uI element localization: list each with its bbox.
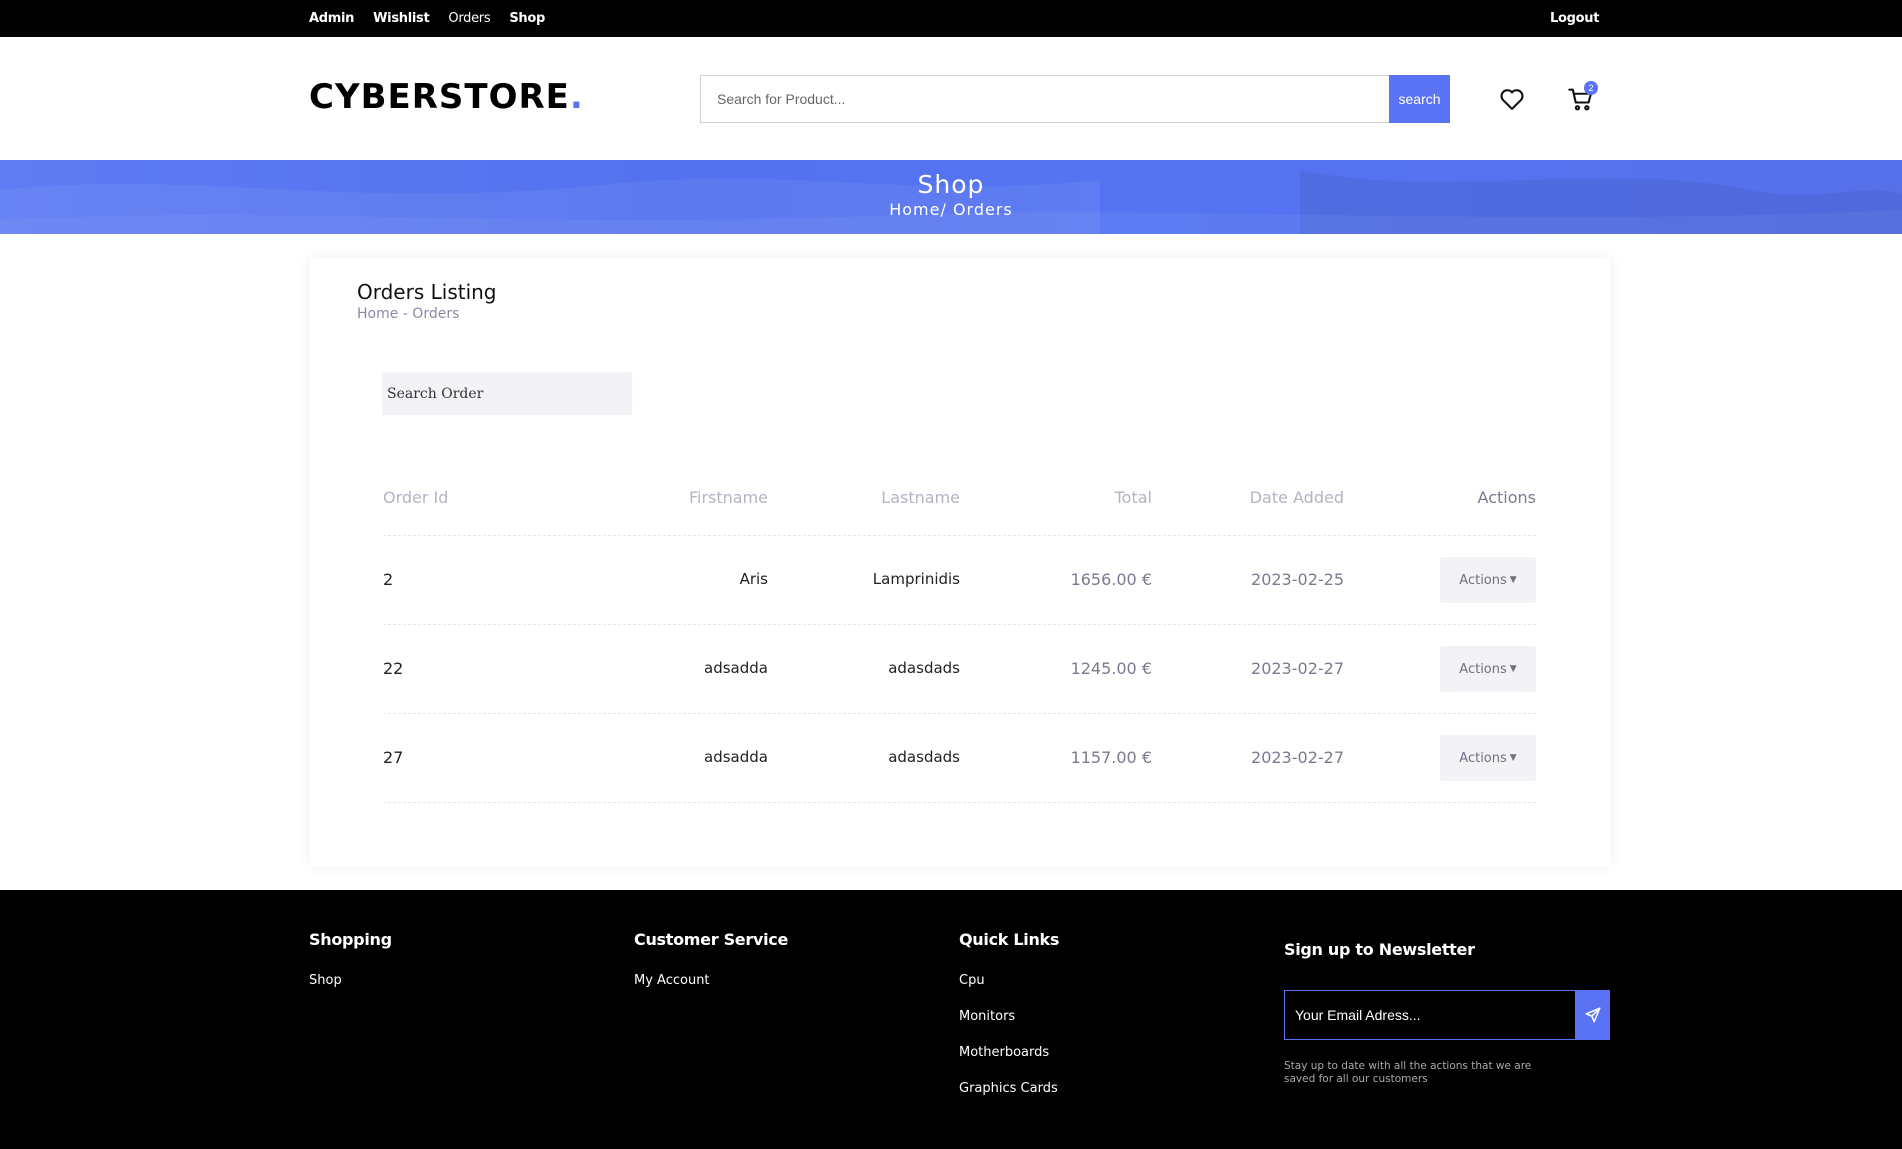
newsletter-section: Sign up to Newsletter Stay up to date wi… bbox=[1284, 940, 1610, 1085]
newsletter-note: Stay up to date with all the actions tha… bbox=[1284, 1060, 1532, 1085]
search-button[interactable]: search bbox=[1389, 75, 1450, 123]
site-footer: Shopping Shop Customer Service My Accoun… bbox=[0, 890, 1902, 1149]
cell-lastname: Lamprinidis bbox=[872, 570, 960, 588]
actions-label: Actions bbox=[1459, 572, 1507, 588]
orders-table: Order Id Firstname Lastname Total Date A… bbox=[383, 463, 1536, 803]
orders-card: Orders Listing Home - Orders Order Id Fi… bbox=[310, 258, 1610, 867]
cell-firstname: Aris bbox=[739, 570, 768, 588]
chevron-down-icon: ▼ bbox=[1509, 664, 1517, 674]
newsletter-email-input[interactable] bbox=[1284, 990, 1576, 1040]
newsletter-form bbox=[1284, 990, 1610, 1040]
top-nav-links: Admin Wishlist Orders Shop bbox=[309, 0, 545, 37]
footer-link-graphics-cards[interactable]: Graphics Cards bbox=[959, 1081, 1059, 1117]
chevron-down-icon: ▼ bbox=[1509, 753, 1517, 763]
column-header-firstname[interactable]: Firstname bbox=[689, 488, 768, 507]
actions-label: Actions bbox=[1459, 750, 1507, 766]
column-header-total[interactable]: Total bbox=[1115, 488, 1152, 507]
top-navbar: Admin Wishlist Orders Shop Logout bbox=[0, 0, 1902, 37]
table-row: 22 adsadda adasdads 1245.00 € 2023-02-27… bbox=[383, 625, 1536, 714]
footer-link-shop[interactable]: Shop bbox=[309, 973, 392, 1009]
cell-date-added: 2023-02-27 bbox=[1251, 748, 1344, 767]
column-header-order-id[interactable]: Order Id bbox=[383, 488, 448, 507]
logo-text: CYBERSTORE bbox=[309, 77, 570, 117]
product-search-input[interactable] bbox=[700, 75, 1390, 123]
footer-link-cpu[interactable]: Cpu bbox=[959, 973, 1059, 1009]
footer-heading-customer-service: Customer Service bbox=[634, 930, 788, 949]
cell-lastname: adasdads bbox=[888, 748, 960, 766]
page-banner: Shop Home/ Orders bbox=[0, 160, 1902, 234]
actions-dropdown-button[interactable]: Actions ▼ bbox=[1440, 557, 1536, 603]
footer-link-motherboards[interactable]: Motherboards bbox=[959, 1045, 1059, 1081]
cart-count-badge: 2 bbox=[1584, 81, 1598, 95]
footer-heading-quick-links: Quick Links bbox=[959, 930, 1060, 949]
logo[interactable]: CYBERSTORE. bbox=[309, 77, 584, 117]
logout-link[interactable]: Logout bbox=[1550, 11, 1599, 26]
cell-total: 1245.00 € bbox=[1070, 659, 1152, 678]
cell-firstname: adsadda bbox=[704, 659, 768, 677]
footer-column-quick-links: Quick Links Cpu Monitors Motherboards Gr… bbox=[959, 930, 1059, 1117]
order-search-input[interactable] bbox=[382, 372, 632, 415]
newsletter-submit-button[interactable] bbox=[1576, 990, 1610, 1040]
logo-dot: . bbox=[569, 77, 584, 117]
nav-link-admin[interactable]: Admin bbox=[309, 11, 354, 26]
cell-total: 1656.00 € bbox=[1070, 570, 1152, 589]
column-header-lastname[interactable]: Lastname bbox=[881, 488, 960, 507]
actions-dropdown-button[interactable]: Actions ▼ bbox=[1440, 646, 1536, 692]
newsletter-heading: Sign up to Newsletter bbox=[1284, 940, 1475, 959]
cell-date-added: 2023-02-27 bbox=[1251, 659, 1344, 678]
footer-link-my-account[interactable]: My Account bbox=[634, 973, 788, 1009]
breadcrumb: Home - Orders bbox=[357, 306, 460, 322]
cell-date-added: 2023-02-25 bbox=[1251, 570, 1344, 589]
actions-dropdown-button[interactable]: Actions ▼ bbox=[1440, 735, 1536, 781]
nav-link-orders[interactable]: Orders bbox=[448, 11, 490, 26]
cell-order-id: 2 bbox=[383, 570, 394, 589]
table-row: 27 adsadda adasdads 1157.00 € 2023-02-27… bbox=[383, 714, 1536, 803]
table-header: Order Id Firstname Lastname Total Date A… bbox=[383, 463, 1536, 536]
nav-link-shop[interactable]: Shop bbox=[509, 11, 545, 26]
footer-column-shopping: Shopping Shop bbox=[309, 930, 392, 1009]
column-header-date-added[interactable]: Date Added bbox=[1250, 488, 1344, 507]
nav-link-wishlist[interactable]: Wishlist bbox=[373, 11, 430, 26]
heart-icon[interactable] bbox=[1498, 85, 1526, 113]
table-row: 2 Aris Lamprinidis 1656.00 € 2023-02-25 … bbox=[383, 536, 1536, 625]
product-search: search bbox=[700, 75, 1450, 123]
footer-column-customer-service: Customer Service My Account bbox=[634, 930, 788, 1009]
site-header: CYBERSTORE. search 2 bbox=[0, 37, 1902, 160]
page-title: Orders Listing bbox=[357, 280, 497, 304]
column-header-actions: Actions bbox=[1477, 488, 1536, 507]
banner-breadcrumb: Home/ Orders bbox=[889, 200, 1013, 219]
cell-lastname: adasdads bbox=[888, 659, 960, 677]
footer-link-monitors[interactable]: Monitors bbox=[959, 1009, 1059, 1045]
cell-total: 1157.00 € bbox=[1070, 748, 1152, 767]
actions-label: Actions bbox=[1459, 661, 1507, 677]
banner-title: Shop bbox=[917, 170, 985, 199]
chevron-down-icon: ▼ bbox=[1509, 575, 1517, 585]
send-icon bbox=[1585, 1007, 1601, 1023]
cell-order-id: 27 bbox=[383, 748, 404, 767]
cell-order-id: 22 bbox=[383, 659, 404, 678]
cell-firstname: adsadda bbox=[704, 748, 768, 766]
footer-heading-shopping: Shopping bbox=[309, 930, 392, 949]
